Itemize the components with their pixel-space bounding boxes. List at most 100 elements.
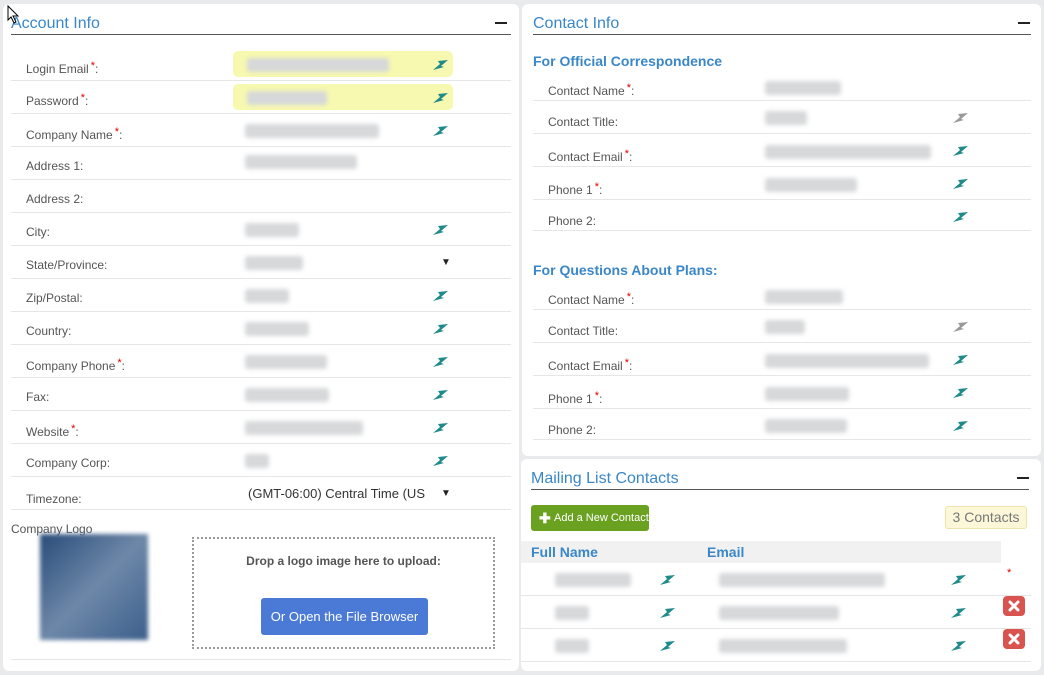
contact-email-value [719, 573, 885, 587]
mailing-list-divider [531, 489, 1029, 490]
contact-email-value [719, 639, 847, 653]
edit-icon[interactable] [951, 419, 971, 433]
edit-icon[interactable] [949, 606, 969, 620]
plans-phone1-value [765, 387, 849, 401]
field-row-timezone: Timezone: (GMT-06:00) Central Time (US ▼ [11, 477, 511, 510]
edit-icon[interactable] [431, 322, 451, 336]
edit-icon[interactable] [951, 144, 971, 158]
plans-phone2-value [765, 419, 847, 433]
official-phone2-row: Phone 2: [533, 200, 1031, 231]
field-row-state: State/Province: ▼ [11, 246, 511, 279]
city-label: City: [26, 225, 50, 239]
contact-email-label: Contact Email *: [548, 148, 633, 164]
timezone-dropdown-arrow-icon[interactable]: ▼ [441, 488, 451, 499]
company-phone-label: Company Phone *: [26, 357, 126, 373]
official-correspondence-heading: For Official Correspondence [533, 53, 723, 69]
company-corp-label: Company Corp: [26, 456, 111, 470]
edit-icon[interactable] [431, 454, 451, 468]
mailing-list-panel: Mailing List Contacts ✚ Add a New Contac… [521, 459, 1041, 671]
plans-contact-email-row: Contact Email *: [533, 343, 1031, 376]
edit-icon[interactable] [949, 573, 969, 587]
table-row [521, 596, 1031, 629]
country-value [245, 322, 309, 336]
collapse-icon[interactable] [495, 22, 507, 24]
password-value [247, 91, 327, 105]
fax-label: Fax: [26, 390, 50, 404]
phone1-label: Phone 1 *: [548, 181, 603, 197]
plus-icon: ✚ [539, 510, 551, 526]
edit-icon[interactable] [431, 289, 451, 303]
contacts-count-badge: 3 Contacts [945, 506, 1027, 529]
add-contact-label: Add a New Contact [554, 512, 649, 524]
edit-icon[interactable] [949, 639, 969, 653]
field-row-address2: Address 2: [11, 180, 511, 213]
address2-label: Address 2: [26, 192, 84, 206]
delete-contact-button[interactable] [1003, 629, 1025, 649]
contact-email-label: Contact Email *: [548, 357, 633, 373]
contact-name-value [555, 639, 589, 653]
company-phone-value [245, 355, 327, 369]
timezone-select[interactable]: (GMT-06:00) Central Time (US [248, 486, 425, 501]
zip-label: Zip/Postal: [26, 291, 83, 305]
collapse-icon[interactable] [1018, 22, 1030, 24]
edit-icon[interactable] [951, 386, 971, 400]
city-value [245, 223, 299, 237]
drop-zone-text: Drop a logo image here to upload: [246, 554, 441, 568]
state-value[interactable] [245, 256, 303, 270]
account-bottom-divider [11, 659, 511, 660]
official-contact-email-row: Contact Email *: [533, 134, 1031, 167]
official-contact-name-value [765, 81, 841, 95]
official-phone1-value [765, 178, 857, 192]
field-row-password: Password *: [11, 81, 511, 114]
edit-icon-disabled[interactable] [951, 320, 971, 334]
plans-contact-title-row: Contact Title: [533, 310, 1031, 343]
field-row-city: City: [11, 213, 511, 246]
mouse-cursor-icon [7, 5, 20, 24]
edit-icon[interactable] [658, 639, 678, 653]
website-value [245, 421, 363, 435]
contact-title-label: Contact Title: [548, 115, 619, 129]
company-corp-value [245, 454, 269, 468]
login-email-label: Login Email *: [26, 60, 99, 76]
edit-icon[interactable] [951, 177, 971, 191]
field-row-company-name: Company Name *: [11, 114, 511, 147]
company-name-label: Company Name *: [26, 126, 123, 142]
full-name-column-header: Full Name [531, 544, 598, 560]
edit-icon[interactable] [431, 124, 451, 138]
edit-icon[interactable] [951, 210, 971, 224]
edit-icon[interactable] [431, 58, 451, 72]
official-phone1-row: Phone 1 *: [533, 167, 1031, 200]
edit-icon[interactable] [431, 91, 451, 105]
website-label: Website *: [26, 423, 79, 439]
edit-icon[interactable] [951, 353, 971, 367]
collapse-icon[interactable] [1017, 477, 1029, 479]
delete-contact-button[interactable] [1003, 596, 1025, 616]
plans-phone2-row: Phone 2: [533, 409, 1031, 440]
edit-icon-disabled[interactable] [951, 111, 971, 125]
account-info-divider [11, 34, 511, 35]
official-contact-title-row: Contact Title: [533, 101, 1031, 134]
edit-icon[interactable] [431, 388, 451, 402]
plans-questions-heading: For Questions About Plans: [533, 262, 718, 278]
account-info-panel: Account Info Login Email *: Password *: Co… [3, 4, 519, 671]
official-contact-email-value [765, 145, 931, 159]
plans-contact-name-value [765, 290, 843, 304]
phone2-label: Phone 2: [548, 423, 597, 437]
address1-value [245, 155, 357, 169]
login-email-value [247, 58, 389, 72]
company-name-value [245, 124, 379, 138]
contact-name-value [555, 606, 589, 620]
edit-icon[interactable] [658, 573, 678, 587]
edit-icon[interactable] [431, 421, 451, 435]
contact-info-panel: Contact Info For Official Correspondence… [522, 4, 1041, 456]
open-file-browser-button[interactable]: Or Open the File Browser [261, 598, 428, 635]
logo-drop-zone[interactable]: Drop a logo image here to upload: Or Ope… [192, 537, 495, 649]
edit-icon[interactable] [431, 223, 451, 237]
edit-icon[interactable] [658, 606, 678, 620]
edit-icon[interactable] [431, 355, 451, 369]
account-info-title: Account Info [11, 15, 100, 32]
plans-contact-email-value [765, 354, 929, 368]
state-dropdown-arrow-icon[interactable]: ▼ [441, 257, 451, 268]
add-contact-button[interactable]: ✚ Add a New Contact [531, 505, 649, 531]
phone1-label: Phone 1 *: [548, 390, 603, 406]
